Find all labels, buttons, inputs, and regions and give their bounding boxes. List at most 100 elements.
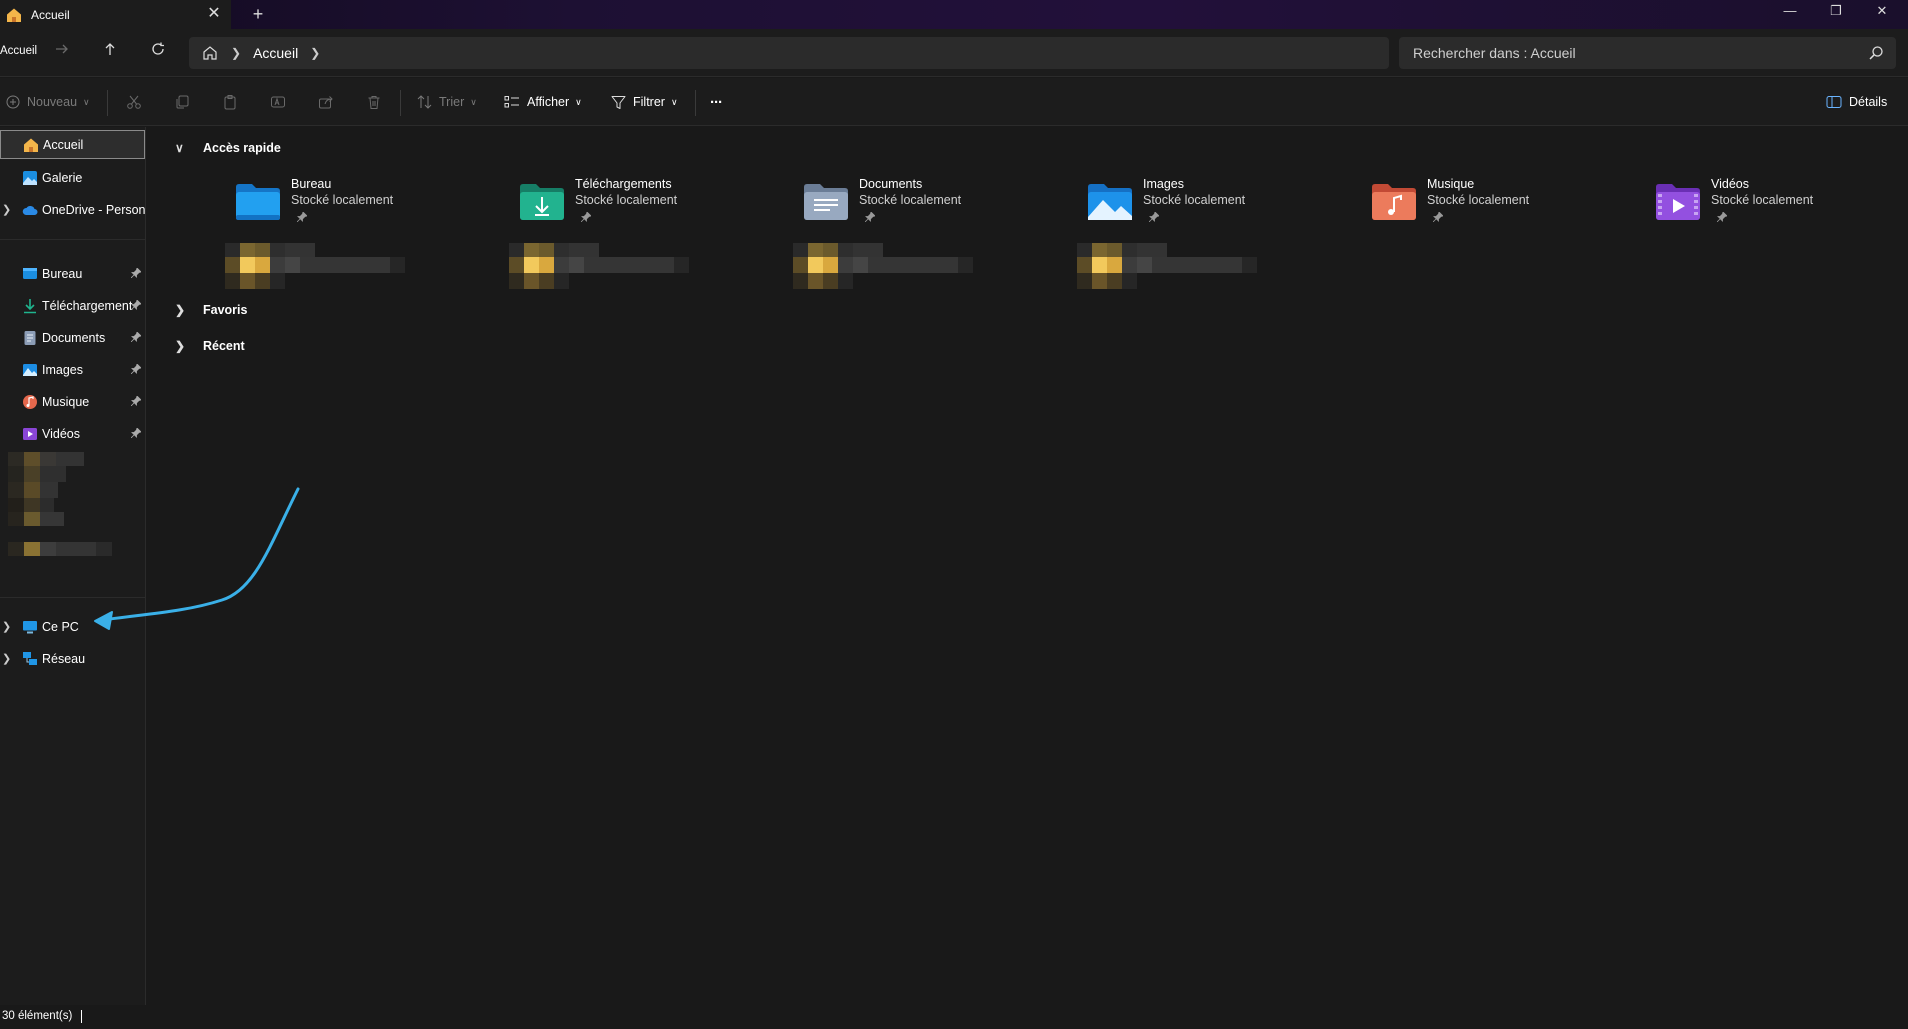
sidebar-item-label: Musique xyxy=(42,394,90,409)
address-path[interactable]: ❯ Accueil ❯ xyxy=(189,37,1389,69)
sidebar-item-label: Téléchargement xyxy=(42,298,133,313)
filter-label: Filtrer xyxy=(633,95,665,109)
breadcrumb-accueil[interactable]: Accueil xyxy=(253,45,298,61)
downloads-folder-icon xyxy=(520,184,564,220)
search-input[interactable]: Rechercher dans : Accueil xyxy=(1399,37,1896,69)
quick-access-label: Accès rapide xyxy=(203,141,281,155)
sidebar-item-galerie[interactable]: Galerie xyxy=(0,163,145,192)
chevron-down-icon: ∨ xyxy=(83,96,90,107)
folder-location: Stocké localement xyxy=(575,193,678,207)
rename-button[interactable] xyxy=(270,90,293,114)
home-outline-icon xyxy=(203,46,217,60)
paste-button[interactable] xyxy=(222,90,245,114)
pin-icon xyxy=(1717,212,1727,222)
sidebar-item-accueil[interactable]: Accueil xyxy=(0,130,145,159)
picture-icon xyxy=(23,363,37,376)
address-bar: Accueil ❯ Accueil ❯ Rechercher dans : Ac… xyxy=(0,29,1908,77)
pin-icon xyxy=(131,300,141,310)
close-window-button[interactable]: ✕ xyxy=(1859,0,1905,24)
folder-name: Bureau xyxy=(291,177,332,191)
pin-icon xyxy=(131,364,141,374)
forward-button[interactable] xyxy=(50,40,74,64)
status-divider xyxy=(81,1010,82,1023)
rename-icon xyxy=(271,96,285,108)
content-pane: ∨ Accès rapide Bureau Stocké localement … xyxy=(147,127,1908,1005)
pin-icon xyxy=(131,332,141,342)
divider xyxy=(0,239,146,240)
sidebar-item-onedrive[interactable]: ❯ OneDrive - Persona xyxy=(0,195,145,224)
folder-name: Téléchargements xyxy=(575,177,672,191)
quick-access-bureau[interactable]: Bureau Stocké localement xyxy=(235,177,485,237)
status-bar: 30 élément(s) xyxy=(0,1005,1908,1029)
sidebar-item-telechargements[interactable]: Téléchargement xyxy=(0,291,145,320)
maximize-button[interactable]: ❐ xyxy=(1813,0,1859,24)
copy-icon xyxy=(176,95,189,109)
sidebar-item-label: Images xyxy=(42,362,83,377)
folder-location: Stocké localement xyxy=(1711,193,1814,207)
tab-title: Accueil xyxy=(31,7,70,22)
sidebar-item-label: Vidéos xyxy=(42,426,80,441)
pin-icon xyxy=(1149,212,1159,222)
tab-accueil[interactable]: Accueil ✕ xyxy=(0,0,231,29)
sidebar-item-videos[interactable]: Vidéos xyxy=(0,419,145,448)
chevron-down-icon: ∨ xyxy=(175,141,184,155)
new-tab-button[interactable]: + xyxy=(248,4,268,24)
chevron-right-icon[interactable]: ❯ xyxy=(310,46,320,60)
refresh-icon xyxy=(152,42,164,55)
quick-access-documents[interactable]: Documents Stocké localement xyxy=(803,177,1053,237)
desktop-folder-icon xyxy=(236,184,280,220)
music-folder-icon xyxy=(1372,184,1416,220)
minimize-button[interactable]: — xyxy=(1767,0,1813,24)
sidebar-item-label: Accueil xyxy=(43,137,84,152)
title-bar: Accueil ✕ + — ❐ ✕ xyxy=(0,0,1908,29)
redacted-quick-access-item xyxy=(225,243,405,289)
chevron-down-icon: ∨ xyxy=(670,96,678,107)
share-icon xyxy=(319,96,333,109)
videos-folder-icon xyxy=(1656,184,1700,220)
chevron-right-icon[interactable]: ❯ xyxy=(2,203,11,216)
sidebar-item-reseau[interactable]: ❯ Réseau xyxy=(0,644,145,673)
close-tab-button[interactable]: ✕ xyxy=(205,5,223,23)
sidebar-item-bureau[interactable]: Bureau xyxy=(0,259,145,288)
redacted-quick-access-item xyxy=(509,243,689,289)
cut-button[interactable] xyxy=(126,90,149,114)
divider xyxy=(107,90,108,116)
quick-access-header[interactable]: ∨ Accès rapide xyxy=(175,141,281,155)
sidebar-item-documents[interactable]: Documents xyxy=(0,323,145,352)
more-options-button[interactable]: ··· xyxy=(710,90,723,114)
folder-name: Musique xyxy=(1427,177,1475,191)
quick-access-images[interactable]: Images Stocké localement xyxy=(1087,177,1337,237)
delete-button[interactable] xyxy=(366,90,389,114)
sidebar-item-images[interactable]: Images xyxy=(0,355,145,384)
sidebar-item-label: Bureau xyxy=(42,266,83,281)
chevron-right-icon[interactable]: ❯ xyxy=(2,652,11,665)
quick-access-videos[interactable]: Vidéos Stocké localement xyxy=(1655,177,1905,237)
back-button[interactable]: Accueil xyxy=(0,45,37,57)
share-button[interactable] xyxy=(318,90,341,114)
sidebar-item-musique[interactable]: Musique xyxy=(0,387,145,416)
copy-button[interactable] xyxy=(174,90,197,114)
up-button[interactable] xyxy=(98,40,122,64)
quick-access-telechargements[interactable]: Téléchargements Stocké localement xyxy=(519,177,769,237)
new-button-label: Nouveau xyxy=(27,95,78,109)
details-button[interactable]: Détails xyxy=(1826,90,1887,114)
video-icon xyxy=(23,427,37,440)
sidebar-item-ce-pc[interactable]: ❯ Ce PC xyxy=(0,612,145,641)
search-icon[interactable] xyxy=(1868,45,1884,61)
home-icon xyxy=(24,138,38,152)
pin-icon xyxy=(1433,212,1443,222)
refresh-button[interactable] xyxy=(146,40,170,64)
folder-location: Stocké localement xyxy=(1143,193,1246,207)
filter-button[interactable]: Filtrer ∨ xyxy=(611,90,678,114)
view-button[interactable]: Afficher ∨ xyxy=(504,90,582,114)
recent-header[interactable]: ❯ Récent xyxy=(175,339,245,353)
folder-name: Images xyxy=(1143,177,1184,191)
chevron-right-icon[interactable]: ❯ xyxy=(2,620,11,633)
pin-icon xyxy=(131,428,141,438)
favorites-label: Favoris xyxy=(203,303,248,317)
new-button[interactable]: Nouveau ∨ xyxy=(6,90,90,114)
favorites-header[interactable]: ❯ Favoris xyxy=(175,303,247,317)
sort-button[interactable]: Trier ∨ xyxy=(417,90,477,114)
quick-access-musique[interactable]: Musique Stocké localement xyxy=(1371,177,1621,237)
pin-icon xyxy=(865,212,875,222)
